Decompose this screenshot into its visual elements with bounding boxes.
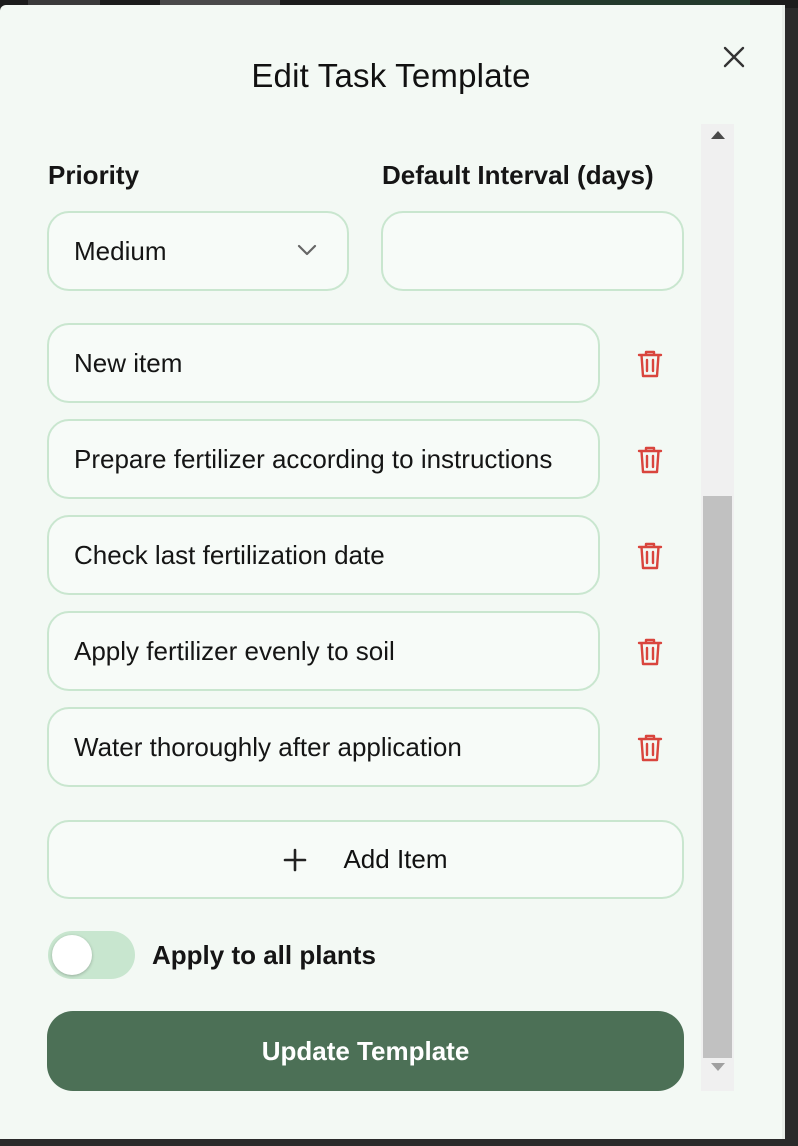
toggle-knob <box>52 935 92 975</box>
chevron-down-icon <box>297 244 317 256</box>
checklist-item-input[interactable]: New item <box>47 323 600 403</box>
delete-item-button[interactable] <box>633 538 667 574</box>
scrollbar[interactable] <box>701 124 734 1091</box>
checklist-item-text: New item <box>74 347 183 378</box>
delete-item-button[interactable] <box>633 634 667 670</box>
delete-item-button[interactable] <box>633 346 667 382</box>
trash-icon <box>637 446 663 474</box>
checklist-item-text: Check last fertilization date <box>74 539 385 570</box>
scroll-down-button[interactable] <box>701 1062 734 1086</box>
plus-icon <box>284 848 307 871</box>
checklist-item-text: Prepare fertilizer according to instruct… <box>74 443 553 474</box>
delete-item-button[interactable] <box>633 730 667 766</box>
scroll-up-button[interactable] <box>701 130 734 154</box>
apply-to-all-plants-label: Apply to all plants <box>152 940 376 970</box>
checklist-item-input[interactable]: Check last fertilization date <box>47 515 600 595</box>
checklist-item-text: Apply fertilizer evenly to soil <box>74 635 395 666</box>
checklist-item-input[interactable]: Prepare fertilizer according to instruct… <box>47 419 600 499</box>
add-item-label: Add Item <box>343 844 448 874</box>
add-item-button[interactable]: Add Item <box>47 820 684 899</box>
trash-icon <box>637 542 663 570</box>
trash-icon <box>637 350 663 378</box>
default-interval-input[interactable] <box>408 235 682 267</box>
priority-select[interactable]: Medium <box>47 211 349 291</box>
apply-to-all-plants-toggle[interactable] <box>48 931 135 979</box>
checklist-item-input[interactable]: Water thoroughly after application <box>47 707 600 787</box>
checklist-item-input[interactable]: Apply fertilizer evenly to soil <box>47 611 600 691</box>
checklist-item-text: Water thoroughly after application <box>74 731 462 762</box>
delete-item-button[interactable] <box>633 442 667 478</box>
default-interval-field[interactable] <box>381 211 684 291</box>
update-template-button[interactable]: Update Template <box>47 1011 684 1091</box>
trash-icon <box>637 638 663 666</box>
close-button[interactable] <box>716 39 752 75</box>
priority-label: Priority <box>48 160 140 190</box>
default-interval-label: Default Interval (days) <box>382 160 654 190</box>
dialog-title: Edit Task Template <box>251 57 531 94</box>
priority-value: Medium <box>74 235 167 266</box>
scrollbar-thumb[interactable] <box>703 496 732 1058</box>
close-icon <box>723 46 745 68</box>
trash-icon <box>637 734 663 762</box>
edit-task-template-dialog: Edit Task Template Priority Medium Defau… <box>0 5 785 1139</box>
triangle-up-icon <box>710 131 725 139</box>
triangle-down-icon <box>710 1063 725 1071</box>
